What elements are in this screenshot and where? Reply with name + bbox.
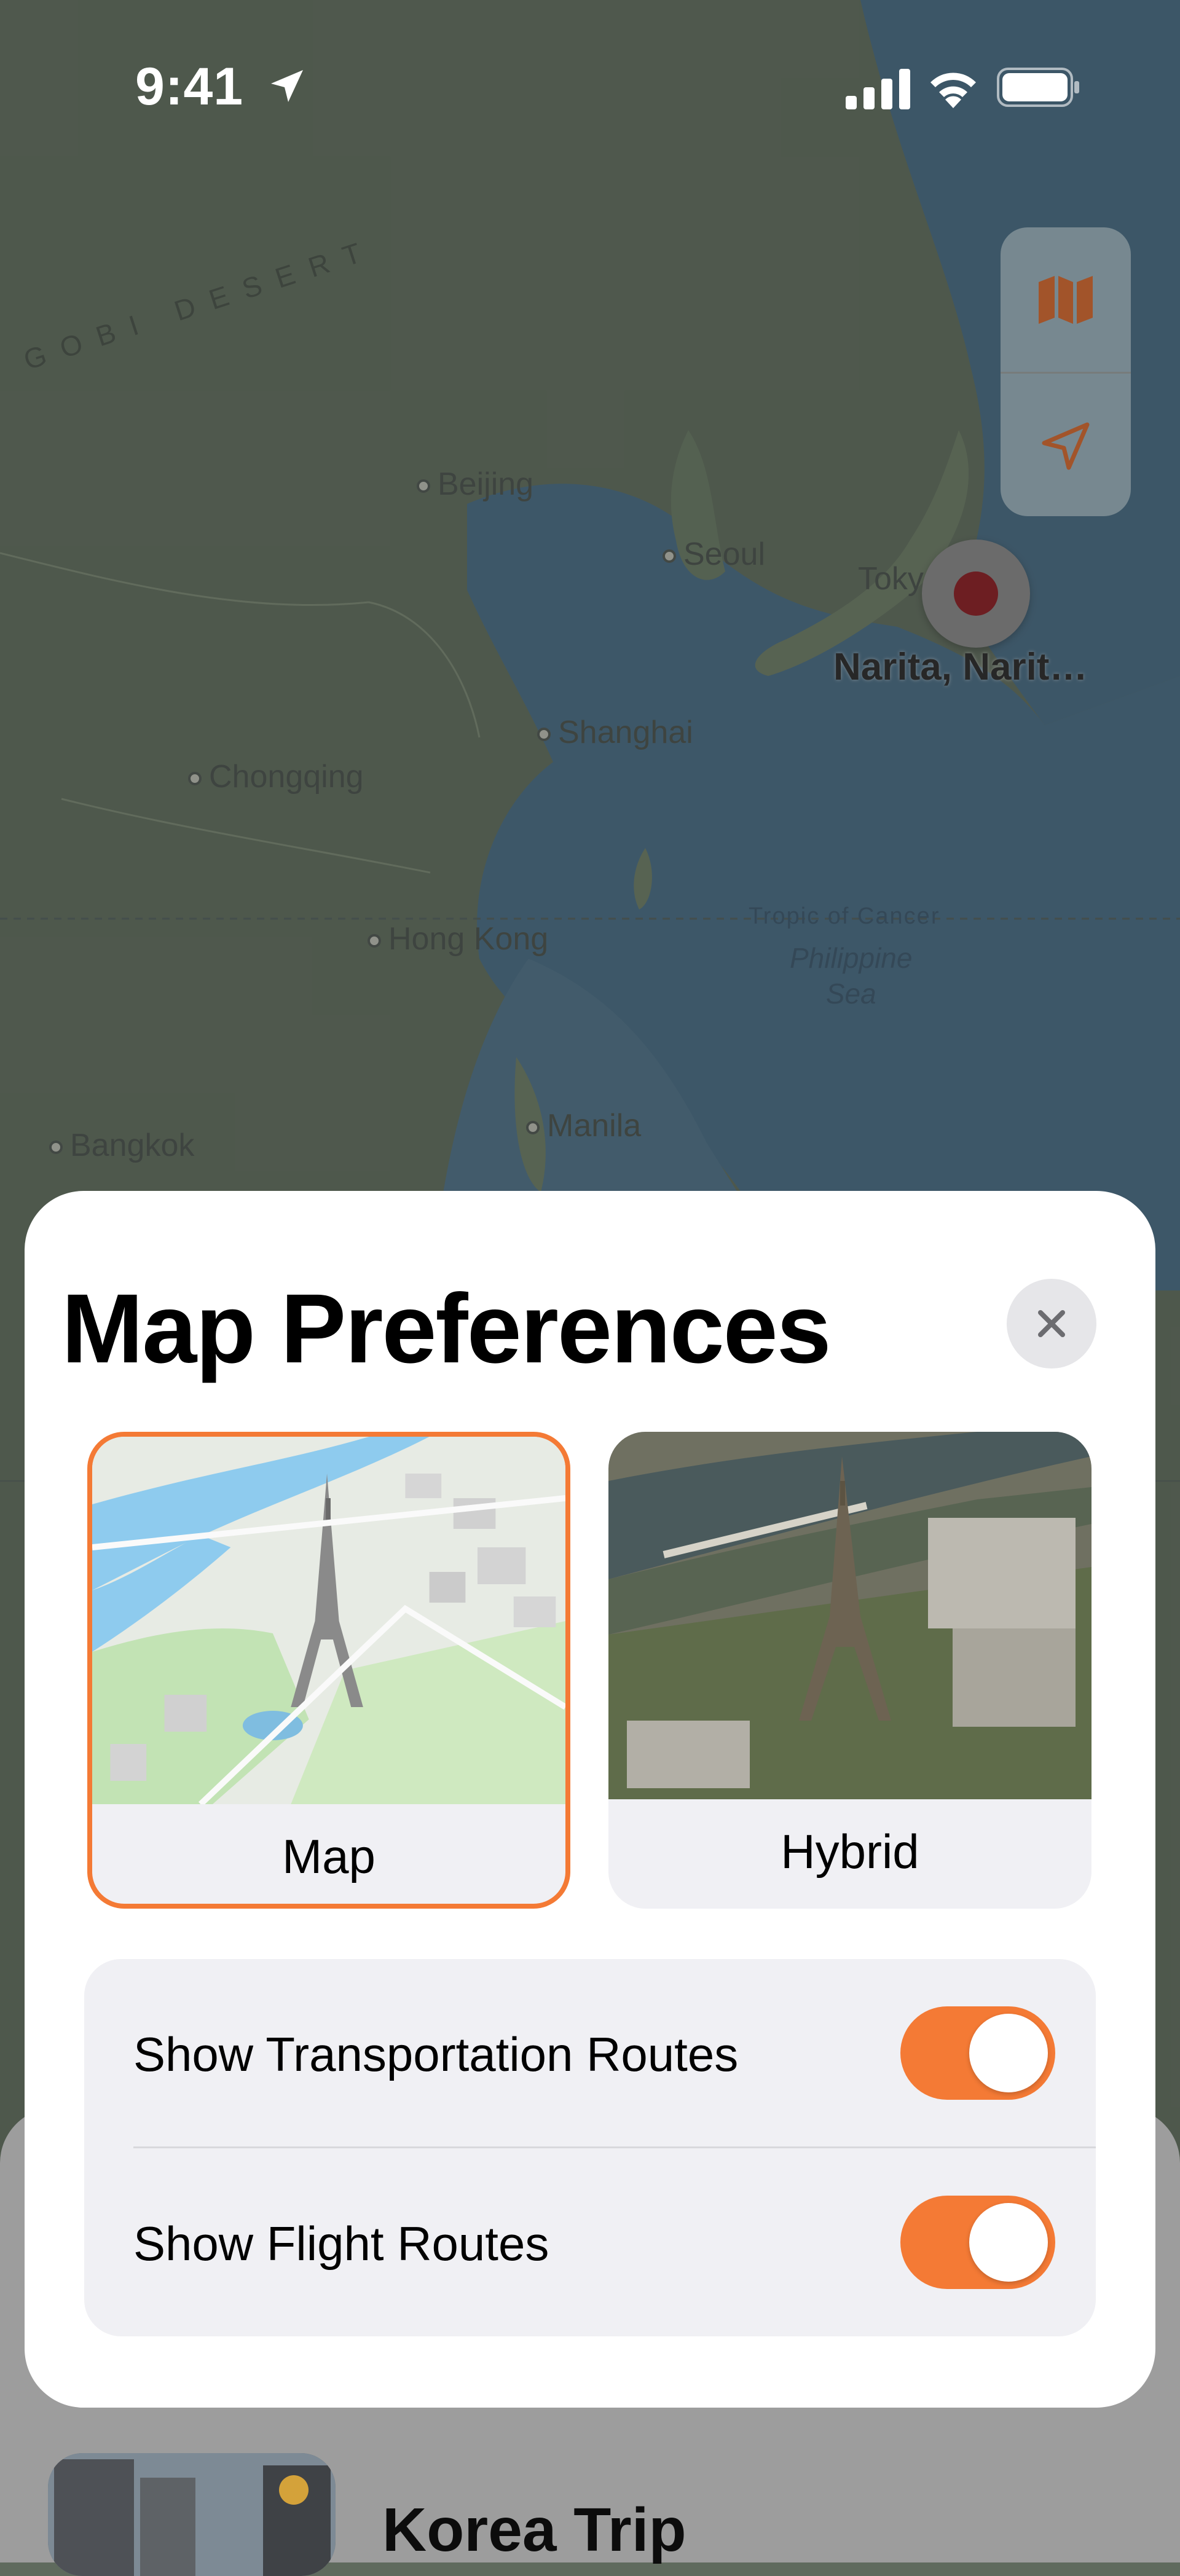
location-arrow-icon — [271, 70, 304, 102]
map-mode-button[interactable] — [1001, 227, 1131, 372]
wifi-icon — [930, 73, 976, 108]
toggle-row-flight: Show Flight Routes — [84, 2148, 1096, 2336]
map-icon — [1039, 275, 1093, 324]
sheet-title: Map Preferences — [61, 1273, 832, 1383]
trip-title[interactable]: Korea Trip — [382, 2495, 686, 2566]
map-type-label: Map — [282, 1829, 376, 1883]
map-type-label: Hybrid — [781, 1824, 919, 1879]
toggle-label: Show Transportation Routes — [133, 2027, 739, 2081]
transportation-routes-toggle[interactable] — [900, 2006, 1055, 2100]
status-bar: 9:41 — [0, 0, 1180, 172]
city-street-image — [48, 2453, 336, 2576]
route-settings-group: Show Transportation Routes Show Flight R… — [84, 1959, 1096, 2336]
map-controls — [1001, 227, 1131, 516]
location-arrow-icon — [1042, 422, 1090, 469]
toggle-row-transportation: Show Transportation Routes — [84, 1959, 1096, 2148]
hybrid-preview-image — [608, 1432, 1092, 1799]
current-location-button[interactable] — [1001, 374, 1131, 518]
close-icon — [1038, 1310, 1065, 1337]
close-button[interactable] — [1007, 1279, 1096, 1368]
toggle-label: Show Flight Routes — [133, 2217, 549, 2271]
flight-routes-toggle[interactable] — [900, 2196, 1055, 2289]
battery-icon — [997, 68, 1079, 107]
toggle-knob — [969, 2203, 1048, 2282]
trip-thumbnail[interactable] — [48, 2453, 336, 2576]
toggle-knob — [969, 2014, 1048, 2092]
map-preview-image — [92, 1437, 565, 1804]
map-type-hybrid[interactable]: Hybrid — [608, 1432, 1092, 1909]
cellular-signal-icon — [846, 69, 910, 109]
map-type-map[interactable]: Map — [87, 1432, 570, 1909]
status-time: 9:41 — [135, 57, 308, 117]
